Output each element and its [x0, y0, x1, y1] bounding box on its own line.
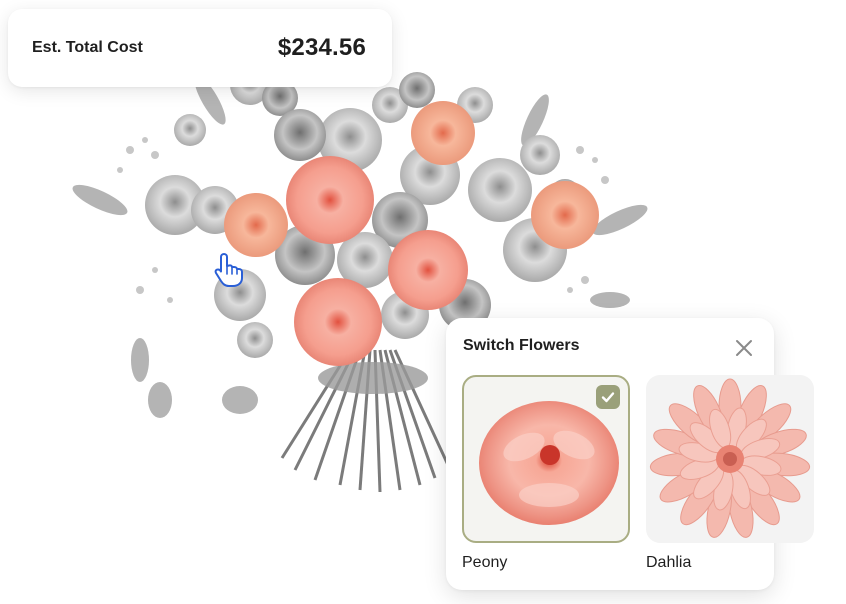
- option-label-dahlia: Dahlia: [646, 554, 692, 571]
- flower-option-peony[interactable]: [462, 375, 630, 543]
- cost-label: Est. Total Cost: [32, 39, 143, 56]
- panel-title: Switch Flowers: [463, 337, 580, 354]
- hand-pointer-icon: [214, 253, 243, 287]
- check-icon: [601, 392, 615, 403]
- dahlia-image: [649, 378, 811, 538]
- bouquet-builder-screen: Est. Total Cost $234.56 Switch Flowers P…: [0, 0, 846, 604]
- close-icon: [736, 340, 752, 356]
- close-button[interactable]: [732, 336, 756, 360]
- selected-check-badge: [596, 385, 620, 409]
- option-label-peony: Peony: [462, 554, 508, 571]
- cost-value: $234.56: [277, 34, 366, 61]
- flower-option-dahlia[interactable]: [646, 375, 814, 543]
- switch-flowers-panel: Switch Flowers Peony Dahlia: [446, 318, 814, 590]
- estimated-total-cost-card: Est. Total Cost $234.56: [8, 9, 392, 87]
